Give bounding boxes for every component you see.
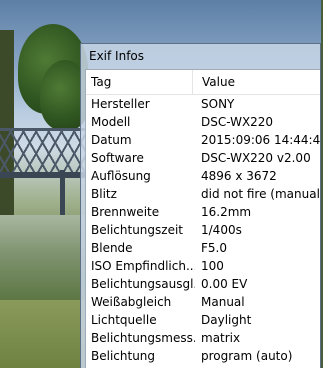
table-row[interactable]: Datum 2015:09:06 14:44:40 bbox=[86, 131, 320, 149]
value-cell: did not fire (manual) bbox=[201, 187, 320, 201]
tag-cell: Software bbox=[91, 151, 144, 165]
table-row[interactable]: Blende F5.0 bbox=[86, 239, 320, 257]
window-titlebar[interactable]: Exif Infos bbox=[81, 44, 320, 68]
tag-cell: Blende bbox=[91, 241, 133, 255]
table-row[interactable]: Blitz did not fire (manual) bbox=[86, 185, 320, 203]
value-cell: 16.2mm bbox=[201, 205, 252, 219]
background-bridge-deck bbox=[0, 172, 85, 178]
value-cell: 0.00 EV bbox=[201, 277, 248, 291]
tag-cell: Weißabgleich bbox=[91, 295, 172, 309]
value-cell: DSC-WX220 v2.00 bbox=[201, 151, 311, 165]
background-bridge bbox=[0, 128, 85, 177]
window-title: Exif Infos bbox=[89, 49, 145, 63]
column-header-tag[interactable]: Tag bbox=[86, 70, 193, 94]
exif-table[interactable]: Tag Value Hersteller SONY Modell DSC-WX220 D… bbox=[85, 69, 320, 368]
desktop-background: Exif Infos Tag Value Hersteller SONY Model… bbox=[0, 0, 323, 368]
table-row[interactable]: Lichtquelle Daylight bbox=[86, 311, 320, 329]
tag-cell: ISO Empfindlich... bbox=[91, 259, 195, 273]
background-water bbox=[0, 215, 85, 310]
value-cell: F5.0 bbox=[201, 241, 227, 255]
table-row[interactable]: Belichtungsmess... matrix bbox=[86, 329, 320, 347]
table-row[interactable]: Software DSC-WX220 v2.00 bbox=[86, 149, 320, 167]
table-row[interactable]: Modell DSC-WX220 bbox=[86, 113, 320, 131]
table-row[interactable]: Belichtung program (auto) bbox=[86, 347, 320, 365]
table-row[interactable]: Hersteller SONY bbox=[86, 95, 320, 113]
table-row[interactable]: Weißabgleich Manual bbox=[86, 293, 320, 311]
table-header: Tag Value bbox=[86, 70, 320, 95]
table-row[interactable]: Belichtungszeit 1/400s bbox=[86, 221, 320, 239]
value-cell: Daylight bbox=[201, 313, 252, 327]
tag-cell: Hersteller bbox=[91, 97, 150, 111]
tag-cell: Datum bbox=[91, 133, 132, 147]
tag-cell: Belichtungsausgl... bbox=[91, 277, 195, 291]
table-row[interactable]: ISO Empfindlich... 100 bbox=[86, 257, 320, 275]
table-row[interactable]: Auflösung 4896 x 3672 bbox=[86, 167, 320, 185]
value-cell: 1/400s bbox=[201, 223, 242, 237]
tag-cell: Belichtungszeit bbox=[91, 223, 183, 237]
value-cell: matrix bbox=[201, 331, 241, 345]
value-cell: 100 bbox=[201, 259, 224, 273]
value-cell: SONY bbox=[201, 97, 235, 111]
table-row[interactable]: Brennweite 16.2mm bbox=[86, 203, 320, 221]
background-riverbank bbox=[0, 300, 85, 368]
column-header-value[interactable]: Value bbox=[197, 70, 320, 94]
value-cell: 2015:09:06 14:44:40 bbox=[201, 133, 320, 147]
exif-info-window: Exif Infos Tag Value Hersteller SONY Model… bbox=[80, 43, 321, 368]
tag-cell: Auflösung bbox=[91, 169, 151, 183]
tag-cell: Blitz bbox=[91, 187, 117, 201]
tag-cell: Lichtquelle bbox=[91, 313, 157, 327]
table-row[interactable]: Belichtungsausgl... 0.00 EV bbox=[86, 275, 320, 293]
value-cell: program (auto) bbox=[201, 349, 293, 363]
value-cell: DSC-WX220 bbox=[201, 115, 274, 129]
table-body: Hersteller SONY Modell DSC-WX220 Datum 2015:0… bbox=[86, 95, 320, 365]
value-cell: 4896 x 3672 bbox=[201, 169, 277, 183]
tag-cell: Belichtung bbox=[91, 349, 156, 363]
value-cell: Manual bbox=[201, 295, 245, 309]
tag-cell: Modell bbox=[91, 115, 131, 129]
tag-cell: Brennweite bbox=[91, 205, 160, 219]
tag-cell: Belichtungsmess... bbox=[91, 331, 195, 345]
